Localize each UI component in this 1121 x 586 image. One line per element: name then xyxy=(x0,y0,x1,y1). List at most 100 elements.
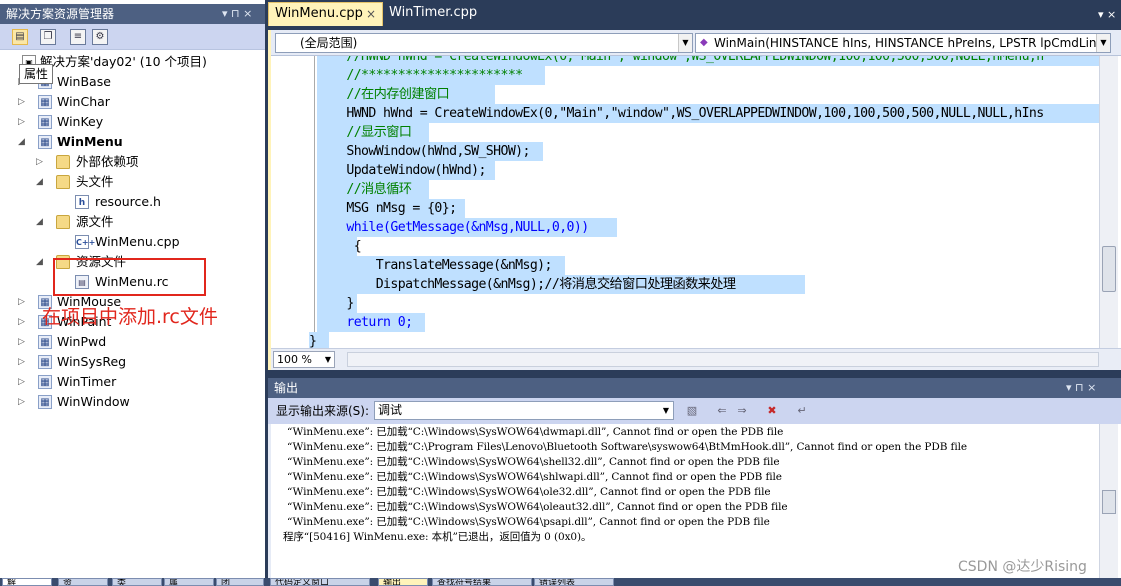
panel-controls[interactable]: ▾ ⊓ × xyxy=(1066,378,1096,398)
code-editor[interactable]: //HWND hWnd = CreateWindowEx(0,"Main","w… xyxy=(271,56,1099,348)
project-icon: ▦ xyxy=(38,115,52,129)
output-title: 输出 xyxy=(274,381,299,395)
collapse-icon[interactable]: ◢ xyxy=(36,252,46,272)
editor-vertical-scrollbar[interactable] xyxy=(1099,56,1118,348)
code-line: TranslateMessage(&nMsg); xyxy=(317,256,565,275)
project-label: WinBase xyxy=(57,74,111,89)
view-class-icon[interactable]: ⚙ xyxy=(92,29,108,45)
project-label: WinPwd xyxy=(57,334,107,349)
scope-dropdown[interactable]: (全局范围) ▼ xyxy=(275,33,693,53)
expand-icon[interactable]: ▷ xyxy=(18,292,28,312)
function-dropdown[interactable]: ◆ WinMain(HINSTANCE hIns, HINSTANCE hPre… xyxy=(695,33,1111,53)
collapse-icon[interactable]: ◢ xyxy=(36,212,46,232)
tab-solution[interactable]: 解 xyxy=(2,578,52,586)
output-line: “WinMenu.exe”: 已加载“C:\Windows\SysWOW64\o… xyxy=(287,486,771,498)
project-label: WinKey xyxy=(57,114,104,129)
zoom-select[interactable]: 100 % ▼ xyxy=(273,351,335,368)
tab-resource[interactable]: 资 xyxy=(58,578,108,586)
collapse-icon[interactable]: ◢ xyxy=(36,172,46,192)
code-line: //********************** xyxy=(317,66,545,85)
output-source-dropdown[interactable]: 调试 ▼ xyxy=(374,401,674,420)
tab-team[interactable]: 团 xyxy=(216,578,264,586)
highlight-box xyxy=(53,258,206,296)
folder-label: 源文件 xyxy=(76,214,114,229)
clear-all-icon[interactable]: ✖ xyxy=(764,403,780,419)
tab-property[interactable]: 属 xyxy=(164,578,214,586)
expand-icon[interactable]: ▷ xyxy=(36,152,46,172)
line-gutter xyxy=(271,56,311,348)
code-line: MSG nMsg = {0}; xyxy=(317,199,465,218)
header-file-icon: h xyxy=(75,195,89,209)
navigation-bar: (全局范围) ▼ ◆ WinMain(HINSTANCE hIns, HINST… xyxy=(271,30,1121,56)
code-line: //显示窗口 xyxy=(317,123,429,142)
properties-icon[interactable]: ▤ xyxy=(12,29,28,45)
project-icon: ▦ xyxy=(38,335,52,349)
project-label: WinChar xyxy=(57,94,110,109)
output-source-label: 显示输出来源(S): xyxy=(276,404,370,418)
file-label: resource.h xyxy=(95,194,161,209)
code-line: DispatchMessage(&nMsg);//将消息交给窗口处理函数来处理 xyxy=(317,275,805,294)
project-icon: ▦ xyxy=(38,375,52,389)
editor-horizontal-scrollbar[interactable] xyxy=(347,352,1099,367)
folder-icon xyxy=(56,155,70,169)
function-value: WinMain(HINSTANCE hIns, HINSTANCE hPreIn… xyxy=(714,36,1104,50)
scope-value: (全局范围) xyxy=(300,36,358,50)
scroll-thumb[interactable] xyxy=(1102,246,1116,292)
outline-line xyxy=(314,56,315,348)
expand-icon[interactable]: ▷ xyxy=(18,312,28,332)
tab-list-icon[interactable]: ▾ × xyxy=(1098,8,1116,21)
output-line: “WinMenu.exe”: 已加载“C:\Windows\SysWOW64\s… xyxy=(287,456,780,468)
project-icon: ▦ xyxy=(38,395,52,409)
tab-error-list[interactable]: 错误列表 xyxy=(534,578,614,586)
expand-icon[interactable]: ▷ xyxy=(18,112,28,132)
expand-icon[interactable]: ▷ xyxy=(18,352,28,372)
chevron-down-icon[interactable]: ▼ xyxy=(659,402,673,419)
tab-code-definition[interactable]: 代码定义窗口 xyxy=(270,578,370,586)
chevron-down-icon[interactable]: ▼ xyxy=(325,352,331,367)
code-line: ShowWindow(hWnd,SW_SHOW); xyxy=(317,142,543,161)
expand-icon[interactable]: ▷ xyxy=(18,372,28,392)
next-message-icon[interactable]: ⇒ xyxy=(734,403,750,419)
output-text-area[interactable]: “WinMenu.exe”: 已加载“C:\Windows\SysWOW64\d… xyxy=(268,424,1121,578)
tab-wintimer-cpp[interactable]: WinTimer.cpp xyxy=(383,2,483,26)
tab-label: WinMenu.cpp xyxy=(275,6,363,21)
output-line: “WinMenu.exe”: 已加载“C:\Windows\SysWOW64\o… xyxy=(287,501,788,513)
tab-winmenu-cpp[interactable]: WinMenu.cpp × xyxy=(268,2,383,26)
method-icon: ◆ xyxy=(700,37,708,48)
code-line: //HWND hWnd = CreateWindowEx(0,"Main","w… xyxy=(317,56,1099,66)
goto-icon[interactable]: ▧ xyxy=(684,403,700,419)
folder-label: 头文件 xyxy=(76,174,114,189)
chevron-down-icon[interactable]: ▼ xyxy=(678,34,692,52)
tab-find-symbol[interactable]: 查找符号结果 xyxy=(432,578,532,586)
output-title-bar: 输出 ▾ ⊓ × xyxy=(268,378,1121,398)
output-source-value: 调试 xyxy=(378,403,403,417)
show-all-files-icon[interactable]: ❐ xyxy=(40,29,56,45)
close-icon[interactable]: × xyxy=(366,3,376,25)
chevron-down-icon[interactable]: ▼ xyxy=(1096,34,1110,52)
solution-label: 解决方案'day02' (10 个项目) xyxy=(40,54,207,69)
solution-explorer-toolbar: ▤ ❐ ≡ ⚙ xyxy=(0,24,265,50)
code-line: { xyxy=(317,237,362,256)
tab-output[interactable]: 输出 xyxy=(378,578,428,586)
word-wrap-icon[interactable]: ↵ xyxy=(794,403,810,419)
code-line: } xyxy=(317,294,357,313)
folder-label: 外部依赖项 xyxy=(76,154,139,169)
project-icon: ▦ xyxy=(38,355,52,369)
scroll-thumb[interactable] xyxy=(1102,490,1116,514)
prev-message-icon[interactable]: ⇐ xyxy=(714,403,730,419)
annotation-text: 在项目中添加.rc文件 xyxy=(42,306,218,328)
solution-explorer-title: 解决方案资源管理器 xyxy=(6,7,115,21)
tab-class[interactable]: 类 xyxy=(112,578,162,586)
tooltip: 属性 xyxy=(19,64,53,84)
expand-icon[interactable]: ▷ xyxy=(18,92,28,112)
expand-icon[interactable]: ▷ xyxy=(18,332,28,352)
refresh-icon[interactable]: ≡ xyxy=(70,29,86,45)
code-line: //在内存创建窗口 xyxy=(317,85,495,104)
panel-controls[interactable]: ▾ ⊓ × xyxy=(222,4,252,24)
expand-icon[interactable]: ▷ xyxy=(18,392,28,412)
folder-icon xyxy=(56,215,70,229)
output-vertical-scrollbar[interactable] xyxy=(1099,424,1118,578)
output-line: “WinMenu.exe”: 已加载“C:\Windows\SysWOW64\p… xyxy=(287,516,770,528)
folder-icon xyxy=(56,175,70,189)
collapse-icon[interactable]: ◢ xyxy=(18,132,28,152)
